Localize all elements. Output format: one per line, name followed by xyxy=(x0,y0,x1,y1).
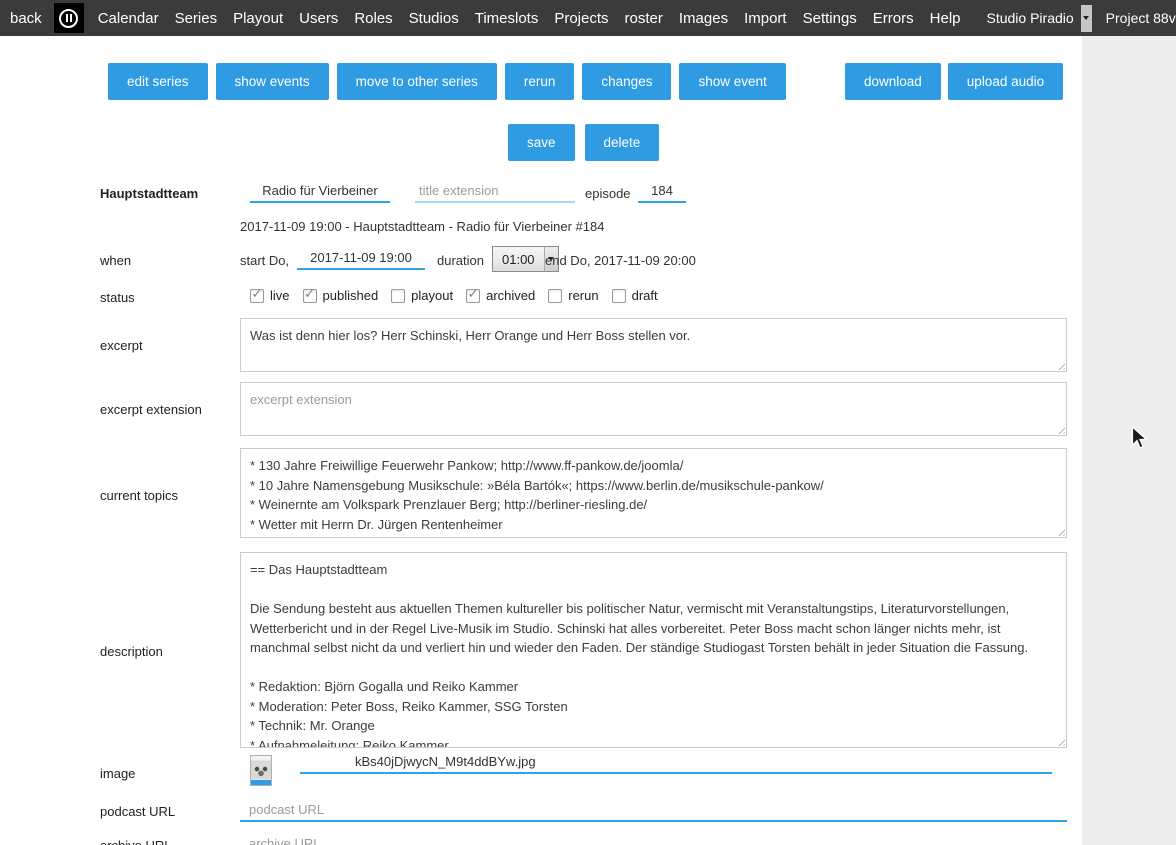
image-filename-input[interactable] xyxy=(300,750,1052,774)
show-event-button[interactable]: show event xyxy=(679,63,785,100)
chevron-down-icon xyxy=(1081,5,1092,32)
archive-url-label: archive URL xyxy=(100,838,172,845)
excerpt-field-wrap: Was ist denn hier los? Herr Schinski, He… xyxy=(240,318,1067,372)
status-item-rerun: rerun xyxy=(548,288,598,303)
app-logo[interactable] xyxy=(54,3,84,33)
status-item-archived: archived xyxy=(466,288,535,303)
show-events-button[interactable]: show events xyxy=(216,63,329,100)
published-checkbox-label: published xyxy=(323,288,379,303)
when-label: when xyxy=(100,253,131,268)
rerun-checkbox-label: rerun xyxy=(568,288,598,303)
title-input[interactable] xyxy=(250,179,390,203)
image-thumbnail[interactable] xyxy=(250,755,272,786)
podcast-url-label: podcast URL xyxy=(100,804,175,819)
changes-button[interactable]: changes xyxy=(582,63,671,100)
podcast-url-input[interactable] xyxy=(240,798,1067,822)
draft-checkbox-label: draft xyxy=(632,288,658,303)
status-item-live: live xyxy=(250,288,290,303)
nav-timeslots[interactable]: Timeslots xyxy=(467,10,547,27)
pause-circle-icon xyxy=(59,9,78,28)
top-nav: back Calendar Series Playout Users Roles… xyxy=(0,0,1176,36)
episode-input[interactable] xyxy=(638,179,686,203)
nav-settings[interactable]: Settings xyxy=(795,10,865,27)
nav-projects[interactable]: Projects xyxy=(546,10,616,27)
description-field-wrap: == Das Hauptstadtteam Die Sendung besteh… xyxy=(240,552,1067,748)
current-topics-label: current topics xyxy=(100,488,178,503)
app-window: back Calendar Series Playout Users Roles… xyxy=(0,0,1176,845)
episode-summary: 2017-11-09 19:00 - Hauptstadtteam - Radi… xyxy=(240,219,604,234)
studio-select[interactable]: Studio Piradio xyxy=(979,5,1092,32)
nav-calendar[interactable]: Calendar xyxy=(90,10,167,27)
nav-help[interactable]: Help xyxy=(922,10,969,27)
nav-studios[interactable]: Studios xyxy=(401,10,467,27)
excerpt-extension-field-wrap xyxy=(240,382,1067,436)
duration-select-value: 01:00 xyxy=(493,247,544,271)
nav-roster[interactable]: roster xyxy=(617,10,671,27)
start-datetime-input[interactable] xyxy=(297,246,425,270)
archived-checkbox[interactable] xyxy=(466,289,480,303)
nav-import[interactable]: Import xyxy=(736,10,795,27)
delete-button[interactable]: delete xyxy=(585,124,660,161)
nav-series[interactable]: Series xyxy=(167,10,226,27)
rerun-checkbox[interactable] xyxy=(548,289,562,303)
playout-checkbox[interactable] xyxy=(391,289,405,303)
status-item-playout: playout xyxy=(391,288,453,303)
description-textarea[interactable]: == Das Hauptstadtteam Die Sendung besteh… xyxy=(240,552,1067,748)
nav-playout[interactable]: Playout xyxy=(225,10,291,27)
nav-roles[interactable]: Roles xyxy=(346,10,400,27)
draft-checkbox[interactable] xyxy=(612,289,626,303)
start-prefix-label: start Do, xyxy=(240,253,289,268)
title-extension-input[interactable] xyxy=(415,179,575,203)
description-label: description xyxy=(100,644,163,659)
nav-back[interactable]: back xyxy=(0,10,50,27)
status-checkbox-group: live published playout archived rerun dr… xyxy=(250,288,658,303)
rerun-button[interactable]: rerun xyxy=(505,63,575,100)
live-checkbox[interactable] xyxy=(250,289,264,303)
download-button[interactable]: download xyxy=(845,63,941,100)
status-item-draft: draft xyxy=(612,288,658,303)
nav-errors[interactable]: Errors xyxy=(865,10,922,27)
nav-images[interactable]: Images xyxy=(671,10,736,27)
edit-series-button[interactable]: edit series xyxy=(108,63,208,100)
series-name-label: Hauptstadtteam xyxy=(100,186,198,201)
move-to-other-series-button[interactable]: move to other series xyxy=(337,63,497,100)
image-label: image xyxy=(100,766,135,781)
toolbar-audio: download upload audio xyxy=(845,63,1063,100)
upload-audio-button[interactable]: upload audio xyxy=(948,63,1063,100)
toolbar-save: save delete xyxy=(508,124,659,161)
live-checkbox-label: live xyxy=(270,288,290,303)
duration-label: duration xyxy=(437,253,484,268)
excerpt-textarea[interactable]: Was ist denn hier los? Herr Schinski, He… xyxy=(240,318,1067,372)
save-button[interactable]: save xyxy=(508,124,575,161)
excerpt-label: excerpt xyxy=(100,338,143,353)
toolbar-main: edit series show events move to other se… xyxy=(108,63,786,100)
status-item-published: published xyxy=(303,288,379,303)
playout-checkbox-label: playout xyxy=(411,288,453,303)
archived-checkbox-label: archived xyxy=(486,288,535,303)
status-label: status xyxy=(100,290,135,305)
current-topics-field-wrap: * 130 Jahre Freiwillige Feuerwehr Pankow… xyxy=(240,448,1067,538)
current-topics-textarea[interactable]: * 130 Jahre Freiwillige Feuerwehr Pankow… xyxy=(240,448,1067,538)
end-datetime-label: end Do, 2017-11-09 20:00 xyxy=(545,253,696,268)
studio-select-value: Studio Piradio xyxy=(979,5,1081,32)
page-background-gutter xyxy=(1082,36,1176,845)
episode-label: episode xyxy=(585,186,631,201)
excerpt-extension-textarea[interactable] xyxy=(240,382,1067,436)
nav-users[interactable]: Users xyxy=(291,10,346,27)
excerpt-extension-label: excerpt extension xyxy=(100,402,202,417)
project-select-value: Project 88vier xyxy=(1098,5,1176,32)
project-select[interactable]: Project 88vier xyxy=(1098,5,1176,32)
published-checkbox[interactable] xyxy=(303,289,317,303)
archive-url-input[interactable] xyxy=(240,832,1067,845)
